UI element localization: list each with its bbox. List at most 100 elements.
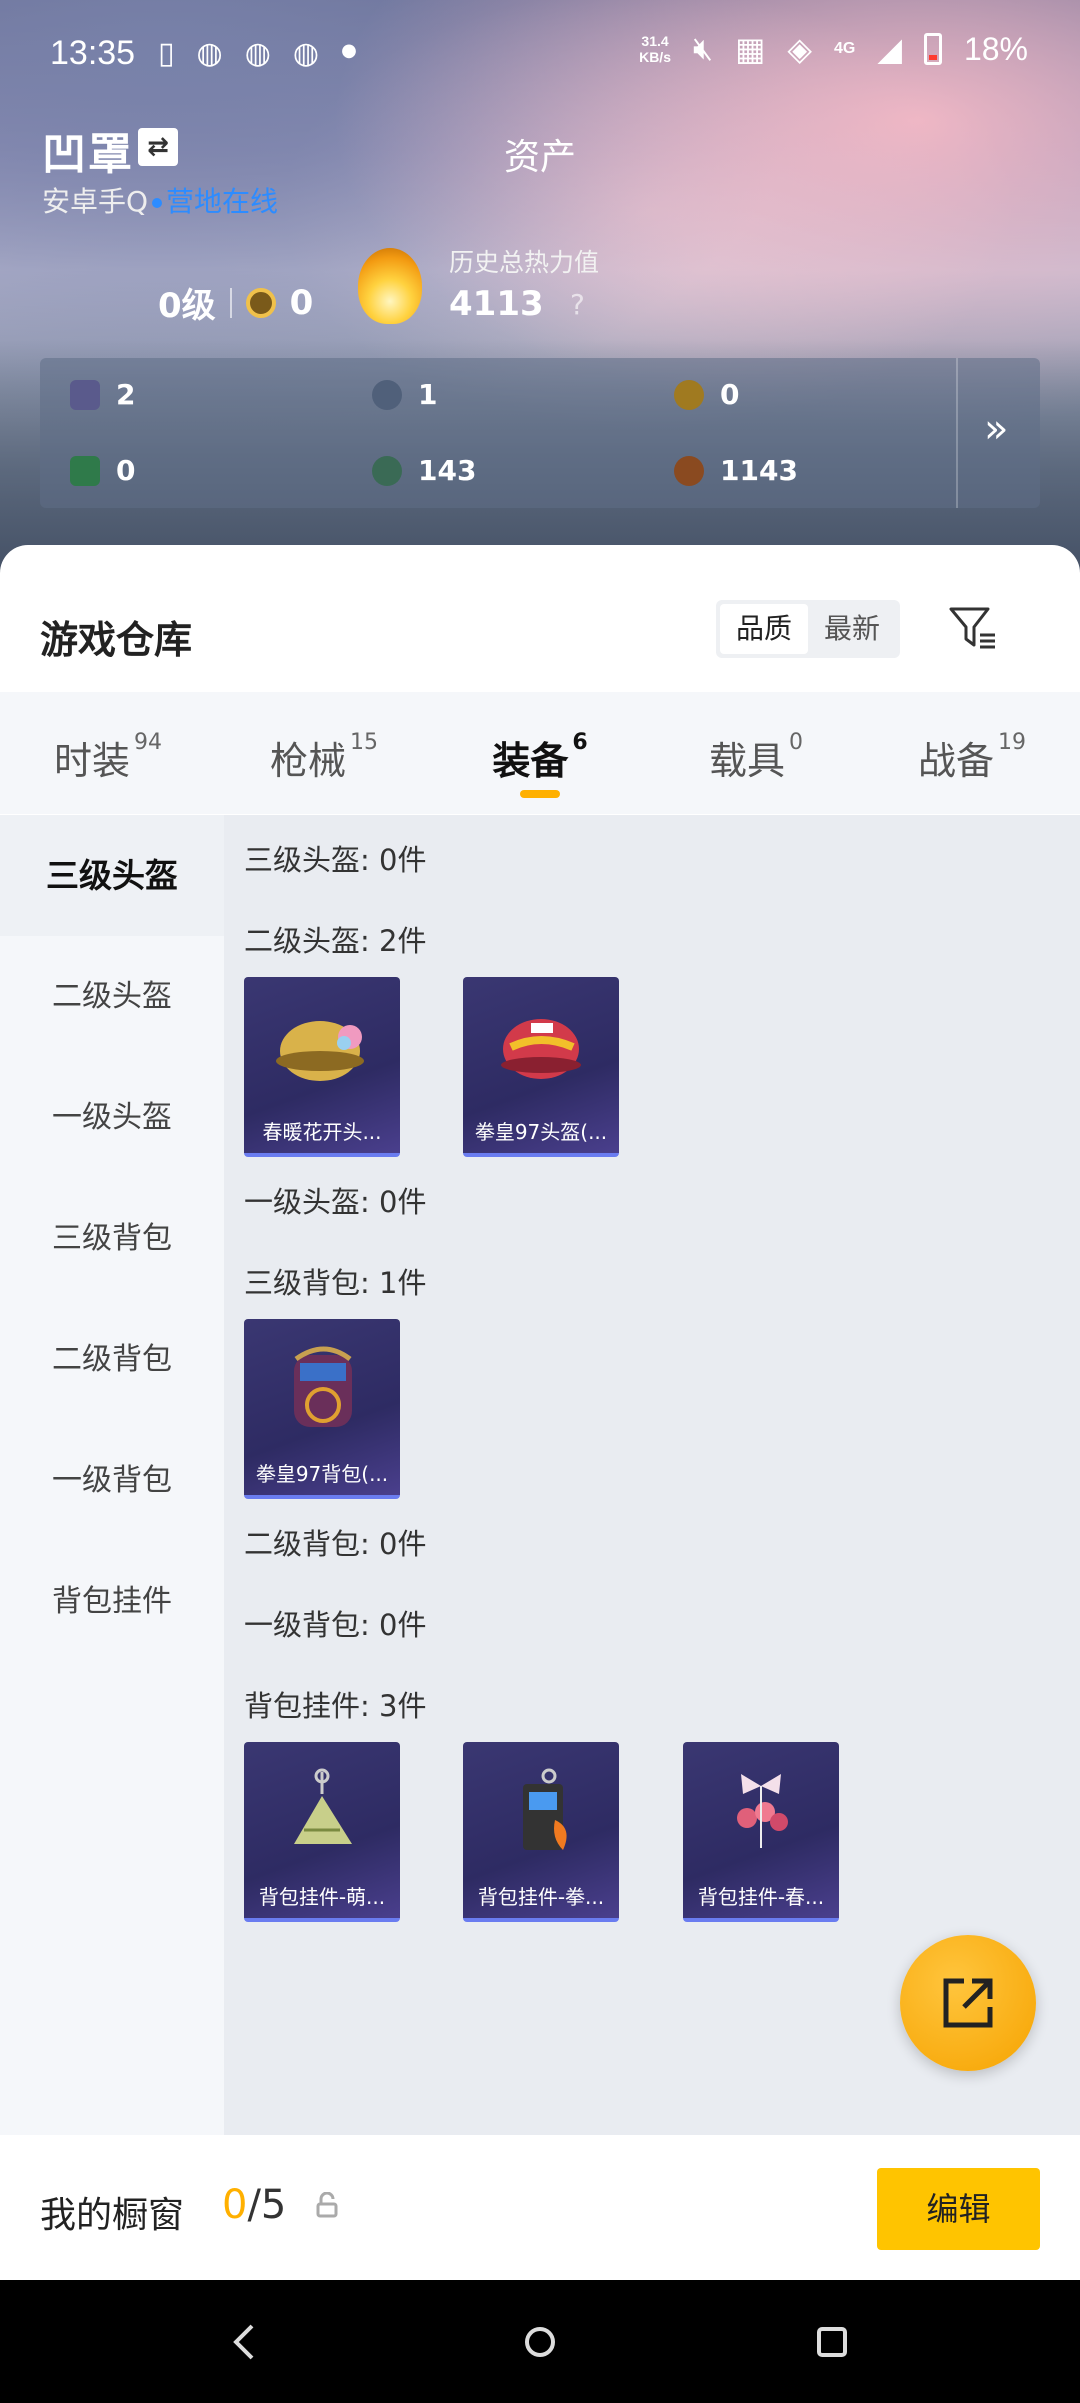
green-ticket-icon (70, 455, 100, 486)
system-nav-bar (0, 2280, 1080, 2403)
sidebar-item-backpack-2[interactable]: 二级背包 (0, 1299, 224, 1420)
filter-icon[interactable] (948, 605, 998, 651)
flame-icon (358, 248, 422, 324)
currency-panel[interactable]: 2 1 0 0 143 1143 » (40, 358, 1040, 508)
green-orb-icon (372, 455, 402, 486)
group-title: 一级背包: 0件 (244, 1608, 427, 1642)
battery-icon (923, 33, 942, 65)
card-icon (70, 379, 100, 410)
sidebar-item-helmet-3[interactable]: 三级头盔 (0, 815, 224, 936)
nfc-icon: ▦ (735, 31, 766, 67)
network-label: 4G (834, 40, 856, 57)
item-card[interactable]: 拳皇97背包(... (244, 1319, 400, 1499)
category-tabs: 时装 94 枪械 15 装备 6 载具 0 战备 19 (0, 692, 1080, 814)
heat-label: 历史总热力值 (449, 248, 600, 277)
back-icon[interactable] (228, 2320, 260, 2364)
dot-icon: ● (341, 40, 357, 61)
medal-icon (245, 287, 276, 318)
group-title: 背包挂件: 3件 (244, 1689, 427, 1723)
currency-item: 0 (674, 378, 739, 411)
item-name: 背包挂件-春... (697, 1885, 825, 1909)
sort-quality[interactable]: 品质 (720, 604, 808, 654)
currency-item: 1143 (674, 454, 798, 487)
battery-saver-icon: ▯ (158, 36, 175, 71)
level-label: 0级 (158, 286, 216, 326)
divider (229, 287, 232, 318)
chevron-right-double-icon[interactable]: » (984, 406, 1008, 452)
home-icon[interactable] (522, 2320, 558, 2364)
group-title: 三级背包: 1件 (244, 1266, 427, 1300)
item-name: 拳皇97背包(... (255, 1462, 389, 1486)
net-speed: 31.4 KB/s (639, 33, 671, 65)
gold-coin-icon (674, 379, 704, 410)
bronze-coin-icon (674, 455, 704, 486)
share-button[interactable] (900, 1935, 1036, 2071)
arcade-pendant-icon (523, 1768, 567, 1850)
item-card[interactable]: 春暖花开头... (244, 977, 400, 1157)
tab-supplies[interactable]: 战备 19 (864, 692, 1080, 814)
external-link-icon (943, 1978, 993, 2028)
status-time: 13:35 (50, 34, 136, 72)
heat-value: 4113 (449, 284, 544, 324)
help-icon[interactable]: ? (570, 288, 585, 321)
showcase-bar: 我的橱窗 0/5 编辑 (0, 2138, 1080, 2280)
currency-item: 0 (70, 454, 135, 487)
signal-icon: ◢ (877, 31, 902, 67)
item-card[interactable]: 背包挂件-萌... (244, 1742, 400, 1922)
tab-equipment[interactable]: 装备 6 (432, 692, 648, 814)
sidebar-item-helmet-2[interactable]: 二级头盔 (0, 936, 224, 1057)
backpack-icon (294, 1346, 352, 1427)
showcase-count: 0/5 (222, 2182, 287, 2228)
showcase-label: 我的橱窗 (40, 2195, 185, 2236)
sidebar-item-backpack-1[interactable]: 一级背包 (0, 1420, 224, 1541)
edit-button[interactable]: 编辑 (877, 2168, 1040, 2250)
currency-item: 2 (70, 378, 135, 411)
item-card[interactable]: 背包挂件-春... (683, 1742, 839, 1922)
sidebar-item-backpack-3[interactable]: 三级背包 (0, 1178, 224, 1299)
sidebar-item-helmet-1[interactable]: 一级头盔 (0, 1057, 224, 1178)
wechat-icon: ◍ (196, 36, 223, 71)
sort-newest[interactable]: 最新 (808, 604, 896, 654)
item-name: 春暖花开头... (262, 1120, 382, 1144)
tab-weapons[interactable]: 枪械 15 (216, 692, 432, 814)
mute-icon: 🔇︎ (692, 30, 714, 66)
wechat-icon: ◍ (244, 36, 271, 71)
item-card[interactable]: 拳皇97头盔(... (463, 977, 619, 1157)
silver-coin-icon (372, 379, 402, 410)
sidebar-item-pendant[interactable]: 背包挂件 (0, 1541, 224, 1662)
item-name: 背包挂件-拳... (477, 1885, 605, 1909)
wifi-icon: ◈ (787, 31, 812, 67)
battery-level: 18% (963, 30, 1028, 67)
lock-icon (316, 2192, 338, 2218)
notification-icons: ▯ ◍ ◍ ◍ ● (158, 36, 357, 71)
page-title: 资产 (503, 137, 576, 178)
tab-fashion[interactable]: 时装 94 (0, 692, 216, 814)
account-subline: 安卓手Q 营地在线 (42, 180, 278, 220)
group-title: 一级头盔: 0件 (244, 1185, 427, 1219)
group-title: 二级背包: 0件 (244, 1527, 427, 1561)
category-sidebar: 三级头盔 二级头盔 一级头盔 三级背包 二级背包 一级背包 背包挂件 (0, 815, 224, 2135)
item-name: 拳皇97头盔(... (474, 1120, 608, 1144)
status-bar: 13:35 ▯ ◍ ◍ ◍ ● 31.4 KB/s 🔇︎ ▦ ◈ 4G ◢ 18… (0, 0, 1080, 108)
helmet-icon (501, 1019, 581, 1079)
group-title: 三级头盔: 0件 (244, 843, 427, 877)
level-block: 0级 0 (158, 278, 313, 327)
flower-pendant-icon (737, 1774, 788, 1848)
online-dot-icon (152, 198, 163, 208)
medal-count: 0 (289, 282, 314, 323)
item-name: 背包挂件-萌... (258, 1885, 386, 1909)
tab-vehicles[interactable]: 载具 0 (648, 692, 864, 814)
platform-label: 安卓手Q (42, 185, 149, 218)
dumpling-pendant-icon (294, 1768, 352, 1844)
helmet-icon (276, 1021, 364, 1081)
online-status: 营地在线 (166, 185, 279, 218)
currency-item: 1 (372, 378, 437, 411)
currency-item: 143 (372, 454, 476, 487)
item-card[interactable]: 背包挂件-拳... (463, 1742, 619, 1922)
warehouse-title: 游戏仓库 (40, 618, 193, 662)
group-title: 二级头盔: 2件 (244, 924, 427, 958)
wechat-icon: ◍ (292, 36, 320, 71)
divider (956, 358, 958, 508)
recents-icon[interactable] (814, 2320, 850, 2364)
sort-toggle[interactable]: 品质 最新 (716, 600, 900, 658)
